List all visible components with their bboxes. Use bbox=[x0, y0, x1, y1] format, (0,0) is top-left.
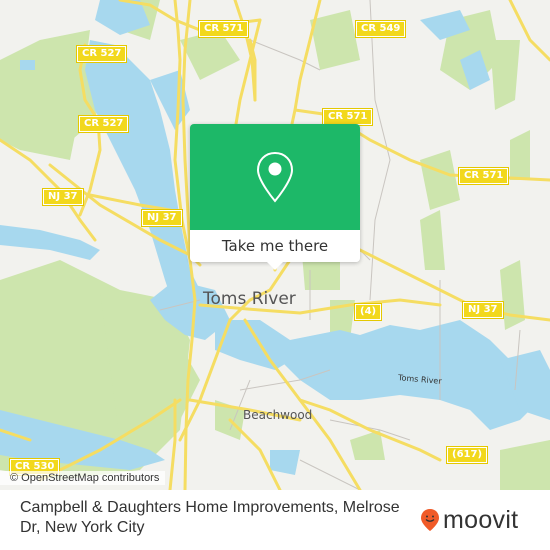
location-popup: Take me there bbox=[190, 124, 360, 270]
road-shield-nj37: NJ 37 bbox=[141, 209, 183, 227]
road-shield-route4: (4) bbox=[353, 303, 383, 321]
road-shield-cr571: CR 571 bbox=[457, 167, 510, 185]
road-shield-cr527: CR 527 bbox=[75, 45, 128, 63]
road-shield-nj37: NJ 37 bbox=[42, 188, 84, 206]
place-label-toms-river: Toms River bbox=[203, 289, 296, 309]
popup-pointer bbox=[267, 262, 283, 270]
moovit-logo[interactable]: moovit bbox=[420, 506, 519, 534]
road-shield-nj37: NJ 37 bbox=[462, 301, 504, 319]
take-me-there-button[interactable]: Take me there bbox=[190, 230, 360, 262]
road-shield-cr527: CR 527 bbox=[77, 115, 130, 133]
popup-header bbox=[190, 124, 360, 230]
map-attribution[interactable]: © OpenStreetMap contributors bbox=[0, 471, 166, 485]
moovit-wordmark: moovit bbox=[443, 506, 519, 534]
road-shield-cr549: CR 549 bbox=[354, 20, 407, 38]
moovit-pin-icon bbox=[421, 509, 439, 531]
place-label-beachwood: Beachwood bbox=[243, 408, 313, 422]
map-pin-icon bbox=[256, 151, 294, 203]
road-shield-cr571: CR 571 bbox=[321, 108, 374, 126]
place-title: Campbell & Daughters Home Improvements, … bbox=[20, 499, 400, 536]
map-view[interactable]: CR 527 CR 571 CR 549 CR 527 CR 571 CR 57… bbox=[0, 0, 550, 490]
footer: Campbell & Daughters Home Improvements, … bbox=[0, 490, 550, 550]
road-shield-route617: (617) bbox=[445, 446, 489, 464]
road-shield-cr571: CR 571 bbox=[197, 20, 250, 38]
